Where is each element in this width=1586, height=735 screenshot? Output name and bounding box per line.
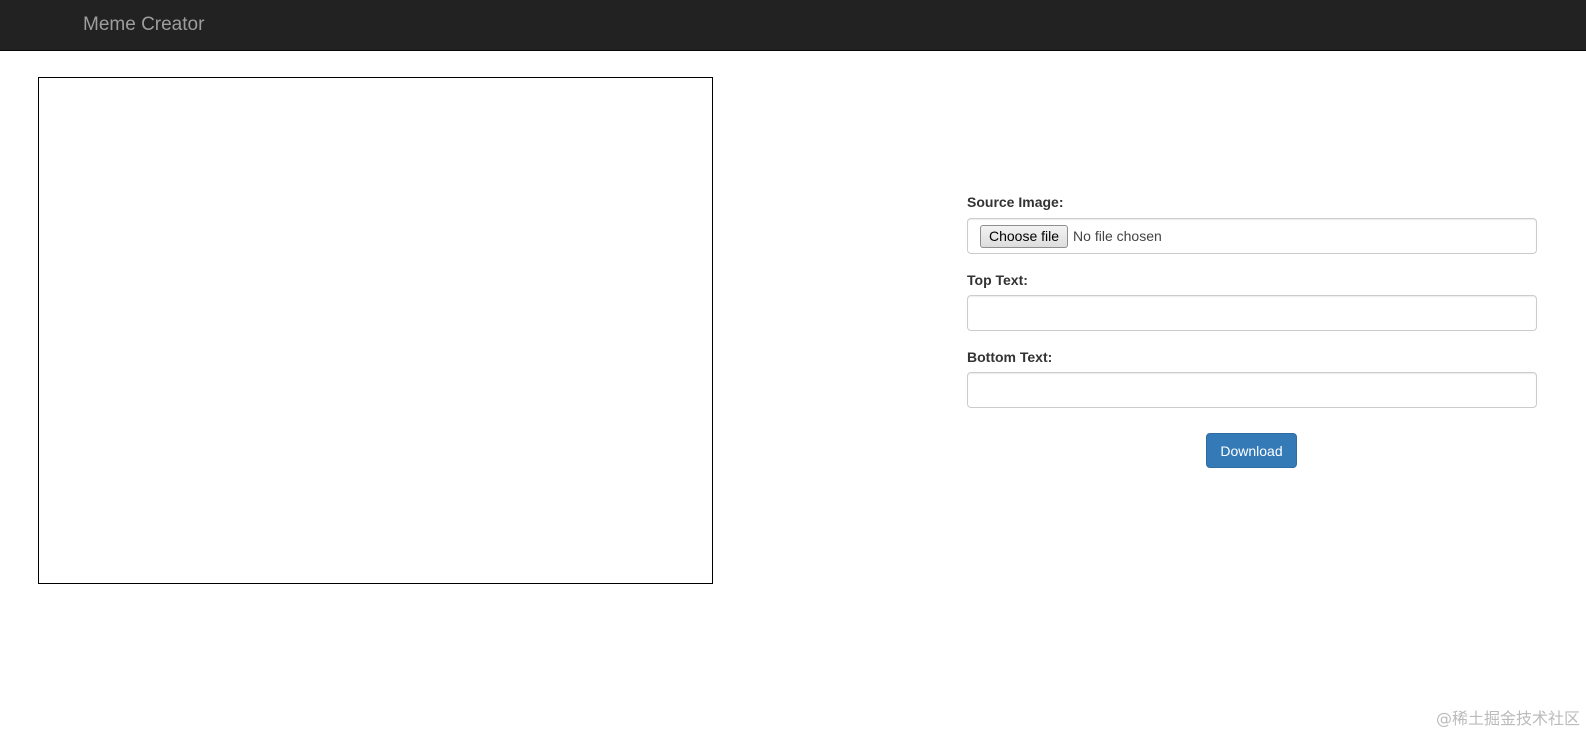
source-image-file-input[interactable]: Choose file No file chosen bbox=[967, 218, 1537, 254]
choose-file-button[interactable]: Choose file bbox=[980, 224, 1069, 248]
meme-canvas bbox=[38, 77, 713, 584]
bottom-text-input[interactable] bbox=[967, 372, 1537, 408]
file-status-text: No file chosen bbox=[1073, 228, 1162, 244]
navbar: Meme Creator bbox=[0, 0, 1586, 51]
top-text-label: Top Text: bbox=[967, 272, 1028, 288]
top-text-input[interactable] bbox=[967, 295, 1537, 331]
download-button[interactable]: Download bbox=[1206, 433, 1297, 468]
bottom-text-label: Bottom Text: bbox=[967, 349, 1053, 365]
watermark: @稀土掘金技术社区 bbox=[1435, 709, 1580, 728]
brand-link[interactable]: Meme Creator bbox=[83, 13, 204, 37]
source-image-label: Source Image: bbox=[967, 194, 1064, 210]
